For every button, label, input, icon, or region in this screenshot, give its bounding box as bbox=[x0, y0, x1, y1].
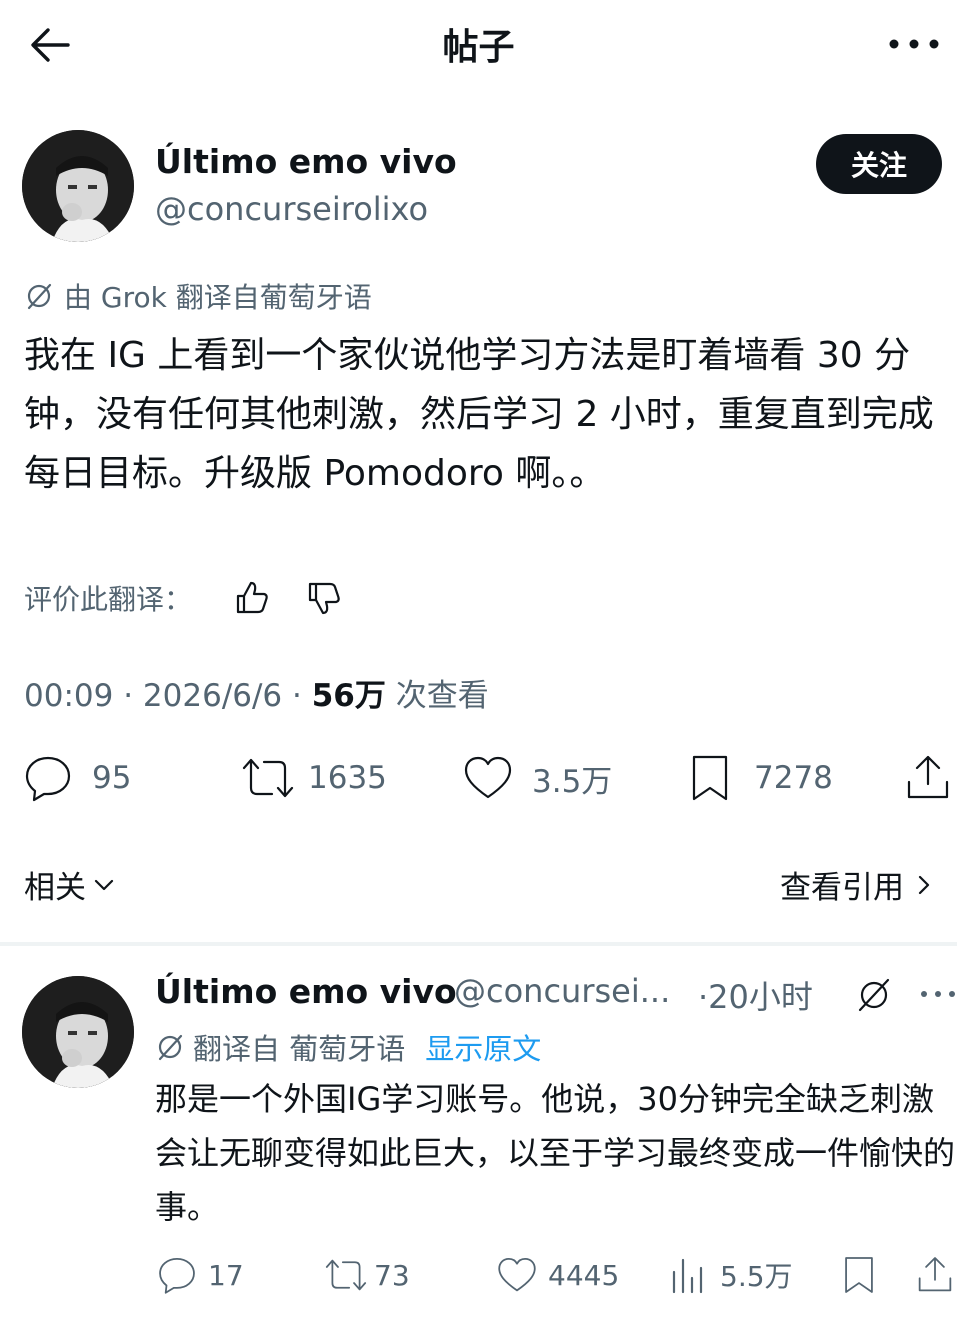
page-title: 帖子 bbox=[442, 27, 515, 68]
repost-button[interactable]: 1635 bbox=[238, 752, 387, 804]
reply-repost-count: 73 bbox=[374, 1258, 410, 1292]
translation-note-text: 由 Grok 翻译自葡萄牙语 bbox=[64, 281, 372, 314]
chevron-down-icon bbox=[92, 873, 116, 897]
chevron-right-icon bbox=[912, 873, 936, 897]
bookmark-count: 7278 bbox=[754, 760, 833, 796]
rate-translation-label: 评价此翻译： bbox=[24, 583, 193, 616]
related-dropdown[interactable]: 相关 bbox=[24, 862, 116, 907]
reply-user-handle[interactable]: @concursei... bbox=[454, 972, 670, 1010]
reply-views-count: 5.5万 bbox=[720, 1260, 793, 1293]
views-chart-icon bbox=[668, 1254, 710, 1296]
reply-button[interactable]: 95 bbox=[22, 752, 131, 804]
reply-views-button[interactable]: 5.5万 bbox=[668, 1254, 793, 1296]
reply-like-count: 4445 bbox=[548, 1258, 620, 1292]
reply-translation-note: 翻译自 葡萄牙语 显示原文 bbox=[155, 1026, 541, 1068]
reply-time: ·20小时 bbox=[698, 978, 813, 1016]
post-date: 2026/6/6 bbox=[142, 678, 283, 714]
follow-button[interactable]: 关注 bbox=[816, 134, 942, 194]
reply-icon bbox=[156, 1254, 198, 1296]
repost-icon bbox=[238, 752, 294, 804]
related-label: 相关 bbox=[24, 870, 86, 906]
reply-share-icon[interactable] bbox=[914, 1254, 956, 1296]
views-count: 56万 bbox=[311, 678, 386, 714]
reply-icon bbox=[22, 752, 74, 804]
post-time: 00:09 bbox=[24, 678, 114, 714]
repost-count: 1635 bbox=[308, 760, 387, 796]
reply-display-name[interactable]: Último emo vivo bbox=[155, 972, 457, 1011]
repost-icon bbox=[322, 1254, 367, 1296]
share-icon[interactable] bbox=[902, 752, 954, 804]
show-original-link[interactable]: 显示原文 bbox=[425, 1026, 541, 1068]
reply-reply-button[interactable]: 17 bbox=[156, 1254, 244, 1296]
view-quotes-link[interactable]: 查看引用 bbox=[780, 862, 936, 907]
reply-reply-count: 17 bbox=[208, 1258, 244, 1292]
translated-from-text: 翻译自 葡萄牙语 bbox=[193, 1032, 406, 1066]
thumbs-down-icon[interactable] bbox=[304, 578, 344, 618]
display-name[interactable]: Último emo vivo bbox=[155, 142, 457, 181]
post-body: 我在 IG 上看到一个家伙说他学习方法是盯着墙看 30 分钟，没有任何其他刺激，… bbox=[24, 335, 934, 494]
grok-icon bbox=[24, 281, 54, 311]
heart-icon bbox=[462, 752, 514, 804]
grok-icon[interactable] bbox=[854, 974, 894, 1014]
reply-like-button[interactable]: 4445 bbox=[496, 1254, 619, 1296]
bookmark-icon bbox=[684, 752, 736, 804]
reply-repost-button[interactable]: 73 bbox=[322, 1254, 410, 1296]
avatar[interactable] bbox=[22, 130, 134, 242]
more-options-icon[interactable] bbox=[886, 30, 942, 58]
grok-icon bbox=[155, 1032, 185, 1062]
views-label: 次查看 bbox=[395, 678, 489, 714]
translation-note: 由 Grok 翻译自葡萄牙语 bbox=[24, 276, 372, 316]
bookmark-button[interactable]: 7278 bbox=[684, 752, 833, 804]
user-handle[interactable]: @concurseirolixo bbox=[155, 190, 428, 228]
heart-icon bbox=[496, 1254, 538, 1296]
reply-more-icon[interactable] bbox=[918, 984, 957, 1004]
reply-bookmark-icon[interactable] bbox=[838, 1254, 880, 1296]
like-button[interactable]: 3.5万 bbox=[462, 752, 612, 804]
like-count: 3.5万 bbox=[532, 763, 613, 800]
reply-body: 那是一个外国IG学习账号。他说，30分钟完全缺乏刺激会让无聊变得如此巨大，以至于… bbox=[155, 1080, 956, 1226]
thumbs-up-icon[interactable] bbox=[232, 578, 272, 618]
view-quotes-label: 查看引用 bbox=[780, 870, 904, 906]
reply-count: 95 bbox=[92, 760, 132, 796]
post-meta: 00:09 · 2026/6/6 · 56万 次查看 bbox=[24, 678, 489, 714]
reply-avatar[interactable] bbox=[22, 976, 134, 1088]
divider bbox=[0, 942, 957, 946]
